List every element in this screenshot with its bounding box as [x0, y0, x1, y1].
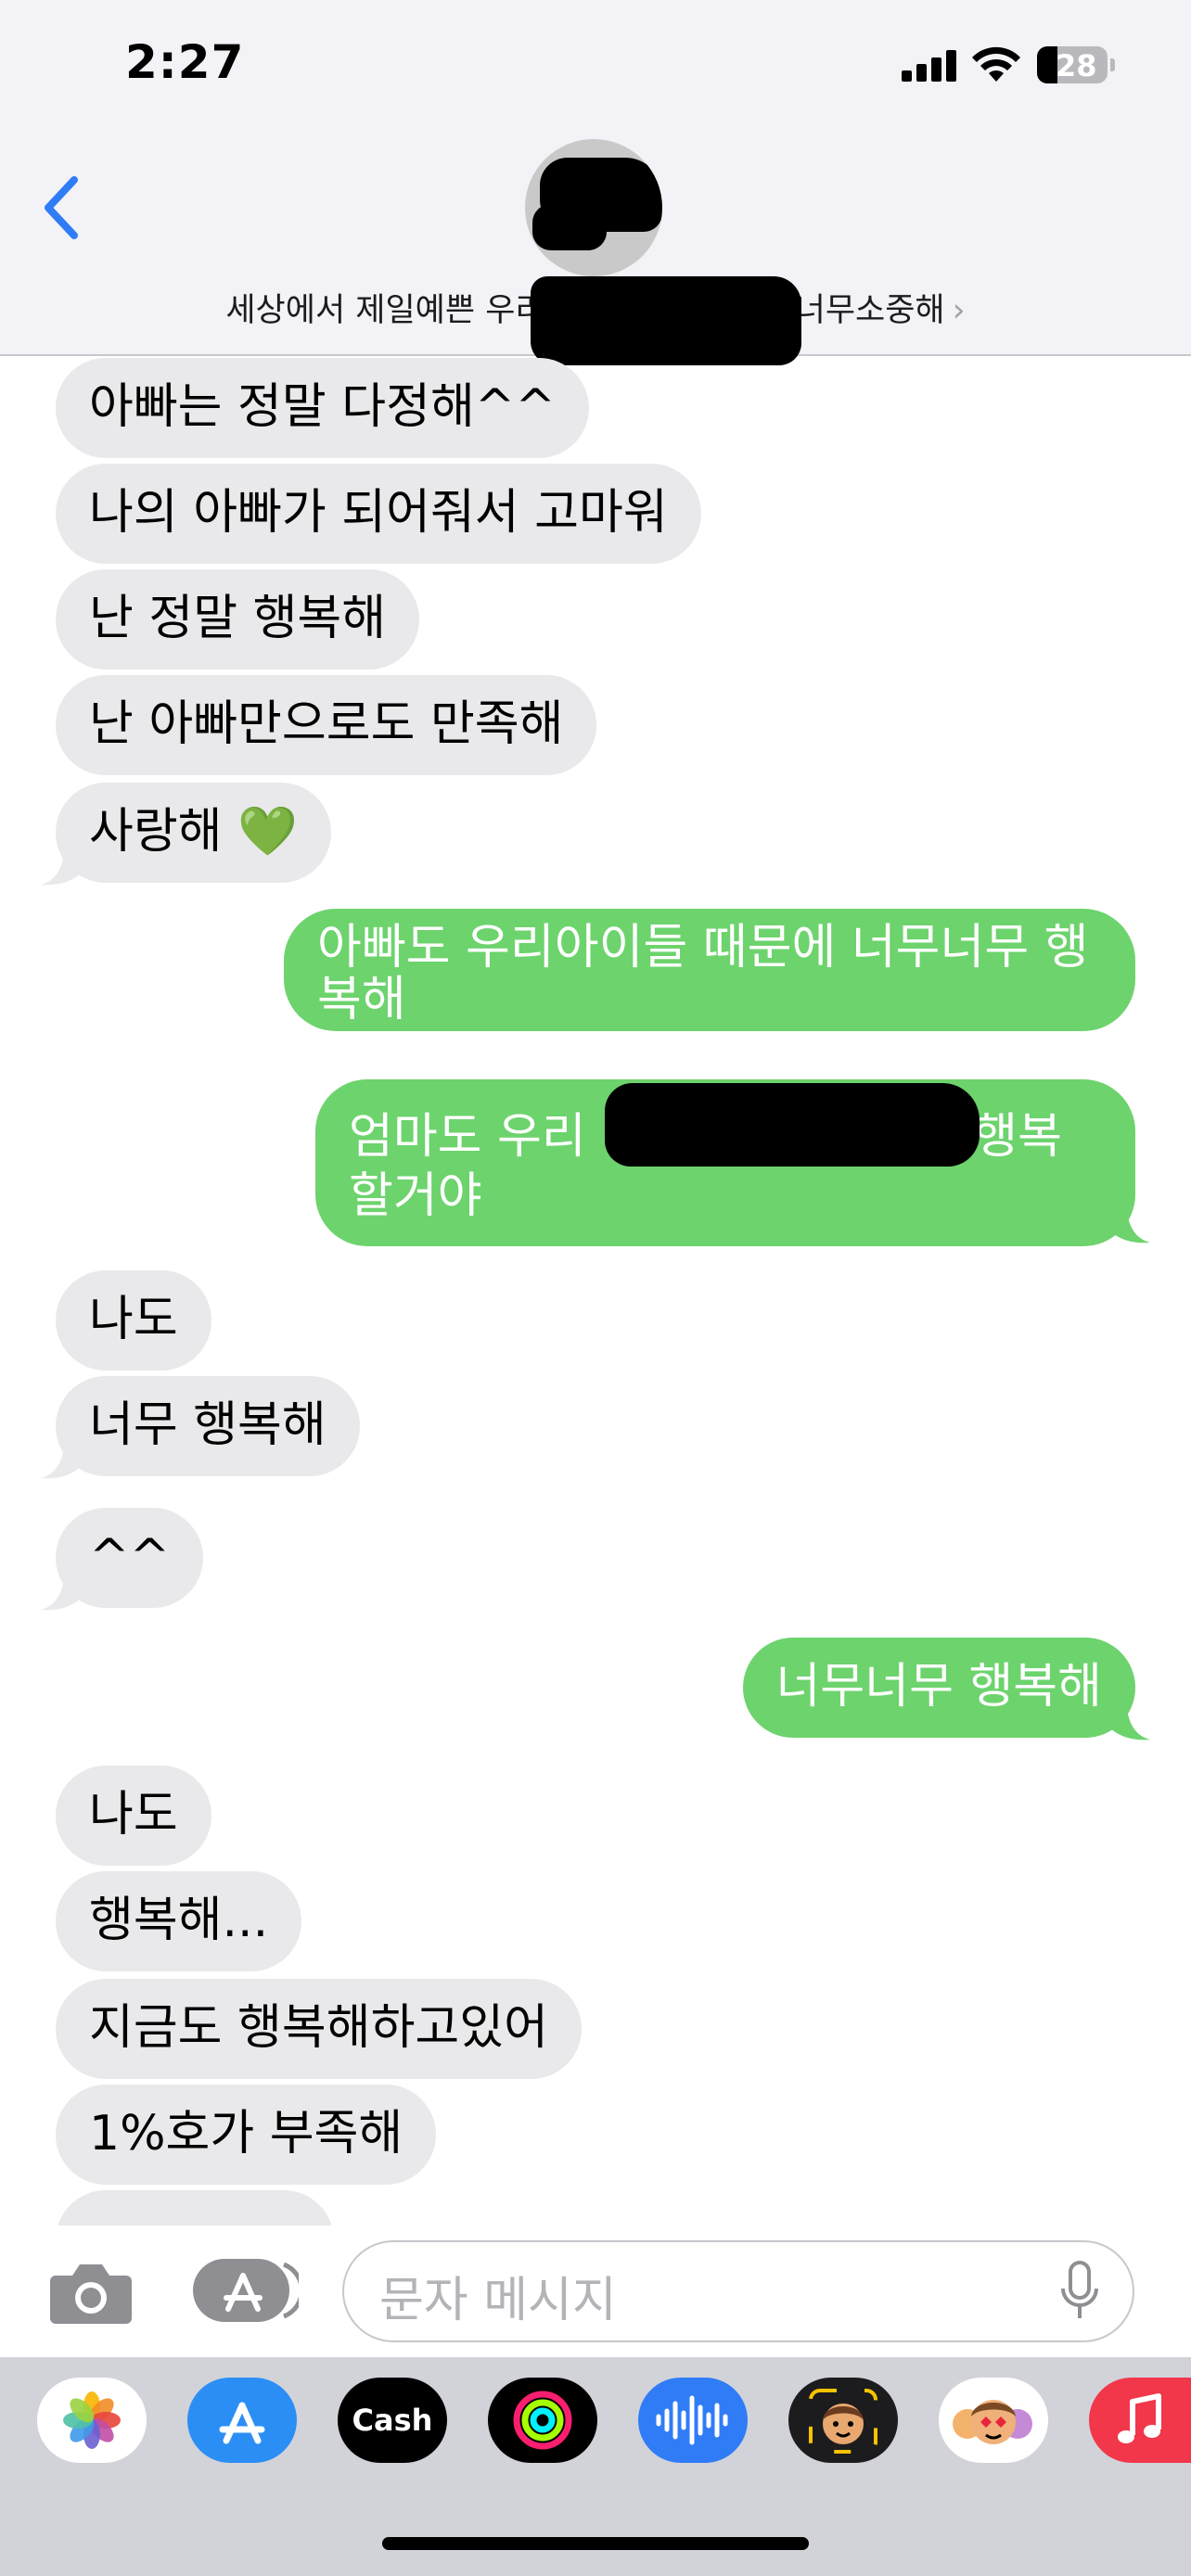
activity-app-icon[interactable] [488, 2378, 597, 2463]
bubble-tail [1106, 1695, 1150, 1741]
message-incoming[interactable]: 나도 [56, 1766, 211, 1866]
redaction-mark [531, 276, 801, 365]
message-incoming[interactable]: 지금도 행복해하고있어 [56, 1979, 582, 2079]
apple-cash-app-icon[interactable]: Cash [338, 2378, 447, 2463]
message-input-placeholder: 문자 메시지 [379, 2273, 617, 2328]
battery-icon: 28 [1037, 46, 1115, 83]
message-outgoing[interactable]: 너무너무 행복해 [742, 1638, 1135, 1738]
contact-name-suffix: 너무소중해 [795, 292, 945, 329]
message-incoming[interactable]: 난 아빠만으로도 만족해 [56, 675, 597, 775]
message-incoming[interactable]: 너무 행복해 [56, 1376, 360, 1476]
back-chevron-icon[interactable] [35, 172, 87, 243]
app-store-drawer-icon[interactable] [191, 2255, 299, 2326]
battery-level: 28 [1056, 48, 1097, 83]
camera-icon[interactable] [48, 2259, 134, 2326]
message-incoming[interactable]: 아빠는 정말 다정해^^ [56, 358, 589, 458]
contact-name: 세상에서 제일예쁜 우리 [225, 292, 545, 329]
cellular-signal-icon [902, 50, 957, 82]
status-time: 2:27 [125, 35, 245, 89]
bubble-tail [41, 1434, 85, 1479]
message-incoming[interactable]: 1%호가 부족해 [56, 2085, 437, 2185]
bubble-tail [1106, 1198, 1150, 1243]
music-app-icon[interactable] [1089, 2378, 1191, 2463]
audio-message-app-icon[interactable] [638, 2378, 748, 2463]
message-input[interactable]: 문자 메시지 [342, 2240, 1134, 2342]
message-incoming[interactable]: 사랑해 💚 [56, 783, 331, 883]
wifi-icon [972, 46, 1020, 82]
message-incoming[interactable]: 나도 [56, 1270, 211, 1371]
message-incoming[interactable]: 행복해... [56, 1871, 302, 1971]
message-incoming[interactable]: 난 정말 행복해 [56, 569, 420, 670]
apple-cash-label: Cash [352, 2403, 433, 2438]
home-indicator[interactable] [382, 2537, 809, 2550]
microphone-icon[interactable] [1058, 2259, 1101, 2324]
message-incoming[interactable]: 나의 아빠가 되어줘서 고마워 [56, 464, 701, 564]
memoji-app-icon[interactable] [788, 2378, 898, 2463]
photos-app-icon[interactable] [37, 2378, 147, 2463]
bubble-tail [41, 840, 85, 886]
redaction-mark [605, 1083, 980, 1167]
memoji-stickers-app-icon[interactable] [939, 2378, 1048, 2463]
contact-avatar[interactable] [525, 139, 662, 276]
contact-chevron-icon: › [952, 292, 966, 329]
conversation-header: 2:27 28 세상에서 제일예쁜 우리 너무소중해 › [0, 0, 1191, 365]
app-store-app-icon[interactable] [187, 2378, 297, 2463]
message-outgoing[interactable]: 아빠도 우리아이들 때문에 너무너무 행복해 [284, 909, 1135, 1031]
bubble-tail [41, 1565, 85, 1611]
